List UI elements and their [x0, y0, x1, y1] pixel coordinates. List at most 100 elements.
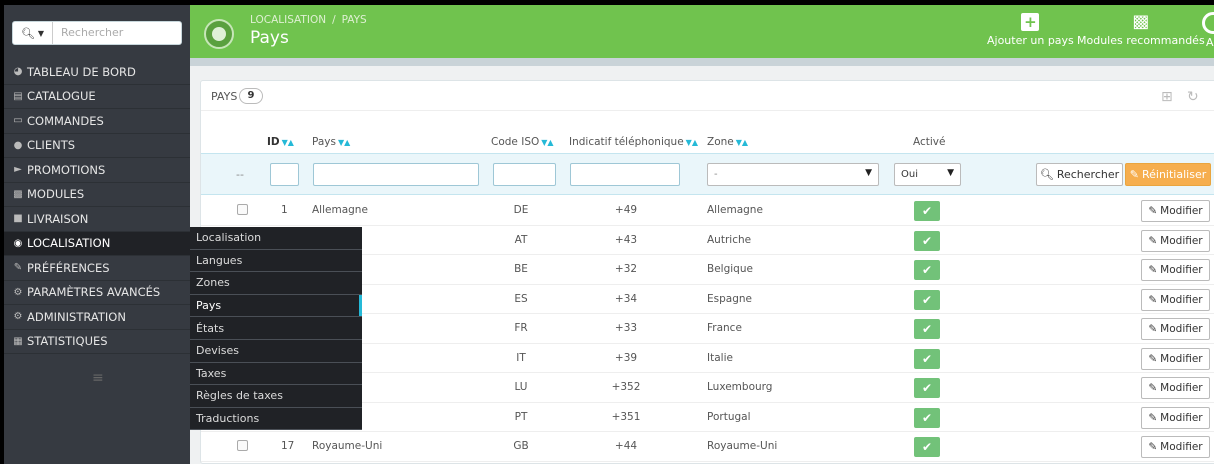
- cell-phone: +49: [614, 204, 638, 216]
- sidebar-item-clients[interactable]: ● CLIENTS: [4, 134, 190, 158]
- submenu-item-etats[interactable]: États: [190, 317, 362, 340]
- edit-button[interactable]: ✎ Modifier: [1141, 318, 1210, 340]
- active-check-icon[interactable]: ✔: [914, 437, 940, 457]
- column-header-active: Activé: [913, 136, 946, 148]
- edit-button[interactable]: ✎ Modifier: [1141, 200, 1210, 222]
- column-header-id[interactable]: ID ▼▲: [267, 136, 294, 148]
- column-header-pays[interactable]: Pays ▼▲: [312, 136, 350, 148]
- search-icon: 🔍︎: [20, 26, 35, 40]
- help-label[interactable]: Ai: [1206, 36, 1214, 49]
- submenu-item-devises[interactable]: Devises: [190, 340, 362, 363]
- refresh-icon[interactable]: ↻: [1187, 89, 1199, 105]
- plus-square-icon: +: [1021, 13, 1040, 31]
- recommended-modules-label: Modules recommandés: [1077, 34, 1205, 47]
- sidebar-item-label: PRÉFÉRENCES: [27, 260, 110, 275]
- active-check-icon[interactable]: ✔: [914, 260, 940, 280]
- cell-phone: +34: [614, 292, 638, 305]
- breadcrumb-item[interactable]: LOCALISATION: [250, 14, 326, 26]
- active-check-icon[interactable]: ✔: [914, 378, 940, 398]
- edit-button[interactable]: ✎ Modifier: [1141, 347, 1210, 370]
- active-check-icon[interactable]: ✔: [914, 348, 940, 369]
- sidebar-item-tableau-de-bord[interactable]: ◕ TABLEAU DE BORD: [4, 60, 190, 85]
- edit-button[interactable]: ✎ Modifier: [1141, 259, 1210, 281]
- sidebar-item-label: PARAMÈTRES AVANCÉS: [27, 285, 161, 300]
- sidebar-item-label: CATALOGUE: [27, 89, 96, 104]
- wrench-icon: ✎: [13, 262, 23, 274]
- filter-zone-select[interactable]: - ▼: [707, 163, 879, 186]
- edit-button[interactable]: ✎ Modifier: [1141, 436, 1210, 458]
- sidebar-item-commandes[interactable]: ▭ COMMANDES: [4, 109, 190, 134]
- sidebar-item-promotions[interactable]: ► PROMOTIONS: [4, 158, 190, 183]
- filter-iso-input[interactable]: [493, 163, 556, 186]
- add-country-button[interactable]: + Ajouter un pays: [987, 13, 1074, 47]
- submenu-item-langues[interactable]: Langues: [190, 250, 362, 273]
- filter-active-select[interactable]: Oui ▼: [894, 163, 961, 186]
- edit-button[interactable]: ✎ Modifier: [1141, 229, 1210, 252]
- submenu-item-traductions[interactable]: Traductions: [190, 408, 362, 431]
- edit-button[interactable]: ✎ Modifier: [1141, 406, 1210, 429]
- pencil-icon: ✎: [1148, 441, 1158, 453]
- active-check-icon[interactable]: ✔: [914, 230, 940, 251]
- sidebar-item-preferences[interactable]: ✎ PRÉFÉRENCES: [4, 256, 190, 281]
- submenu-item-localisation[interactable]: Localisation: [190, 227, 362, 250]
- active-check-icon[interactable]: ✔: [914, 407, 940, 428]
- search-button[interactable]: 🔍︎ Rechercher: [1036, 163, 1123, 186]
- filter-row: -- - ▼ Oui ▼ 🔍︎ Rechercher ✎ Réinitialis…: [201, 153, 1214, 195]
- cell-phone: +32: [614, 263, 638, 275]
- cell-id: 17: [281, 440, 295, 452]
- active-check-icon[interactable]: ✔: [914, 201, 940, 221]
- menu-collapse-icon[interactable]: ≡: [92, 370, 104, 386]
- submenu-item-pays[interactable]: Pays: [190, 294, 362, 318]
- add-new-icon[interactable]: ⊞: [1161, 89, 1173, 105]
- sort-icon[interactable]: ▼▲: [338, 138, 350, 147]
- cell-iso: FR: [514, 322, 528, 334]
- filter-id-input[interactable]: [270, 163, 299, 186]
- column-header-zone[interactable]: Zone ▼▲: [707, 136, 748, 148]
- add-country-label: Ajouter un pays: [987, 34, 1074, 47]
- cell-zone: Italie: [707, 351, 733, 364]
- cell-zone: Portugal: [707, 410, 751, 423]
- active-check-icon[interactable]: ✔: [914, 319, 940, 339]
- sidebar-item-statistiques[interactable]: ▦ STATISTIQUES: [4, 330, 190, 354]
- row-checkbox[interactable]: [237, 204, 248, 215]
- sort-icon[interactable]: ▼▲: [282, 138, 294, 147]
- recommended-modules-button[interactable]: ▩ Modules recommandés: [1077, 13, 1205, 48]
- column-header-iso[interactable]: Code ISO ▼▲: [491, 136, 554, 148]
- edit-button[interactable]: ✎ Modifier: [1141, 377, 1210, 399]
- table-row: 17 Royaume-Uni GB +44 Royaume-Uni ✔ ✎ Mo…: [201, 432, 1214, 462]
- sort-icon[interactable]: ▼▲: [541, 138, 553, 147]
- edit-button[interactable]: ✎ Modifier: [1141, 288, 1210, 311]
- submenu-item-zones[interactable]: Zones: [190, 272, 362, 295]
- filter-phone-input[interactable]: [570, 163, 680, 186]
- cogs-icon: ⚙: [13, 286, 23, 298]
- sidebar-item-parametres-avances[interactable]: ⚙ PARAMÈTRES AVANCÉS: [4, 281, 190, 305]
- cell-iso: AT: [514, 233, 528, 246]
- cell-pays: Royaume-Uni: [312, 440, 383, 452]
- sidebar-item-modules[interactable]: ▩ MODULES: [4, 183, 190, 207]
- credit-card-icon: ▭: [13, 115, 23, 127]
- cell-phone: +352: [611, 381, 641, 393]
- submenu-item-regles-de-taxes[interactable]: Règles de taxes: [190, 385, 362, 408]
- cell-phone: +43: [614, 233, 638, 246]
- sort-icon[interactable]: ▼▲: [736, 138, 748, 147]
- search-input[interactable]: Rechercher: [61, 26, 123, 39]
- edit-button-label: Modifier: [1160, 293, 1203, 306]
- sidebar-nav: ◕ TABLEAU DE BORD ▤ CATALOGUE ▭ COMMANDES ●…: [4, 60, 190, 354]
- filter-pays-input[interactable]: [313, 163, 479, 186]
- reset-button[interactable]: ✎ Réinitialiser: [1125, 163, 1211, 186]
- active-check-icon[interactable]: ✔: [914, 289, 940, 310]
- column-header-phone[interactable]: Indicatif téléphonique ▼▲: [569, 136, 698, 148]
- sidebar-item-livraison[interactable]: ■ LIVRAISON: [4, 207, 190, 232]
- search-type-button[interactable]: 🔍︎ ▼: [13, 22, 53, 44]
- sidebar-item-label: PROMOTIONS: [27, 162, 106, 177]
- more-icon[interactable]: ⋮: [1209, 89, 1214, 105]
- sidebar-item-localisation[interactable]: ◉ LOCALISATION: [4, 231, 190, 256]
- submenu-item-taxes[interactable]: Taxes: [190, 363, 362, 386]
- sidebar-item-catalogue[interactable]: ▤ CATALOGUE: [4, 85, 190, 109]
- sidebar-item-administration[interactable]: ⚙ ADMINISTRATION: [4, 305, 190, 330]
- breadcrumb-separator: /: [332, 14, 336, 26]
- edit-button-label: Modifier: [1160, 234, 1203, 247]
- breadcrumb-item[interactable]: PAYS: [342, 14, 367, 26]
- row-checkbox[interactable]: [237, 440, 248, 451]
- sort-icon[interactable]: ▼▲: [686, 138, 698, 147]
